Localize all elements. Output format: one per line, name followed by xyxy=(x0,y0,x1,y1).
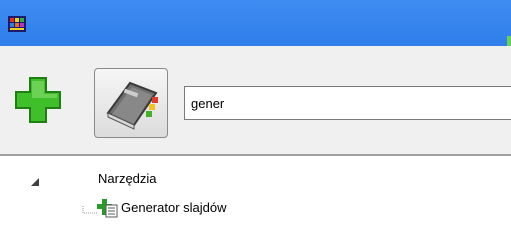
tree-node-narzedzia[interactable]: Narzędzia xyxy=(98,171,157,187)
tree-node-generator-slajdow[interactable]: Generator slajdów xyxy=(121,200,227,216)
toolbar xyxy=(0,46,511,154)
slide-generator-icon xyxy=(96,196,118,218)
add-button[interactable] xyxy=(14,76,62,124)
tree-view: Narzędzia Generator slajdów xyxy=(0,156,511,249)
notebook-button[interactable] xyxy=(94,68,168,138)
titlebar-edge xyxy=(507,36,511,46)
search-input[interactable] xyxy=(184,86,511,120)
plus-icon xyxy=(14,77,62,127)
app-icon xyxy=(8,16,26,32)
tree-connector-line xyxy=(82,202,97,214)
expanded-triangle-icon[interactable] xyxy=(30,175,40,186)
title-bar xyxy=(0,0,511,46)
